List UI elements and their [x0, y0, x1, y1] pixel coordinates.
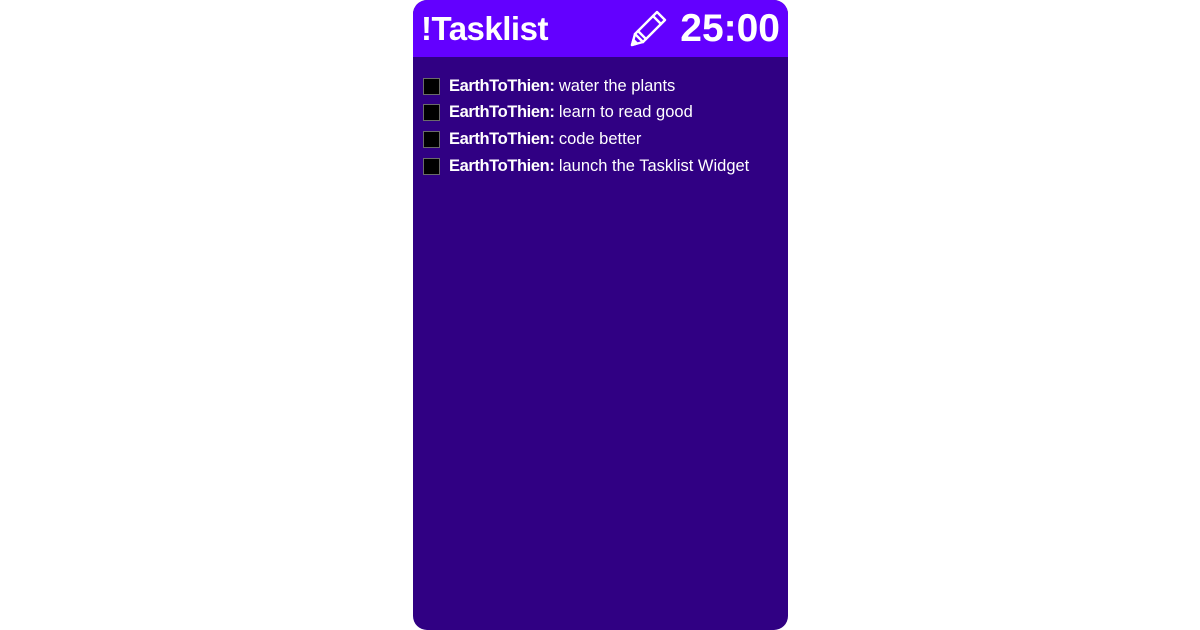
task-item: EarthToThien: code better: [423, 126, 788, 153]
task-user: EarthToThien: [449, 103, 550, 122]
task-separator: :: [549, 156, 555, 175]
task-item: EarthToThien: launch the Tasklist Widget: [423, 153, 788, 180]
task-separator: :: [549, 103, 555, 122]
task-user: EarthToThien: [449, 156, 550, 175]
header-right: 25:00: [626, 7, 780, 51]
task-list: EarthToThien: water the plants EarthToTh…: [413, 57, 788, 179]
tasklist-widget: !Tasklist 25:00 EarthToThien: water the …: [413, 0, 788, 630]
task-checkbox[interactable]: [423, 77, 440, 95]
countdown-timer: 25:00: [680, 6, 780, 50]
task-checkbox[interactable]: [423, 157, 440, 175]
widget-header: !Tasklist 25:00: [413, 0, 788, 57]
task-item: EarthToThien: learn to read good: [423, 100, 788, 127]
task-item: EarthToThien: water the plants: [423, 73, 788, 100]
task-separator: :: [549, 129, 555, 148]
task-text: water the plants: [558, 76, 676, 95]
task-separator: :: [549, 76, 555, 95]
pencil-icon[interactable]: [626, 7, 670, 51]
task-checkbox[interactable]: [423, 104, 440, 122]
task-user: EarthToThien: [449, 129, 550, 148]
task-text: code better: [558, 129, 642, 148]
task-checkbox[interactable]: [423, 130, 440, 148]
task-text: launch the Tasklist Widget: [558, 156, 750, 175]
task-user: EarthToThien: [449, 76, 550, 95]
task-text: learn to read good: [558, 103, 693, 122]
widget-title: !Tasklist: [421, 10, 548, 47]
